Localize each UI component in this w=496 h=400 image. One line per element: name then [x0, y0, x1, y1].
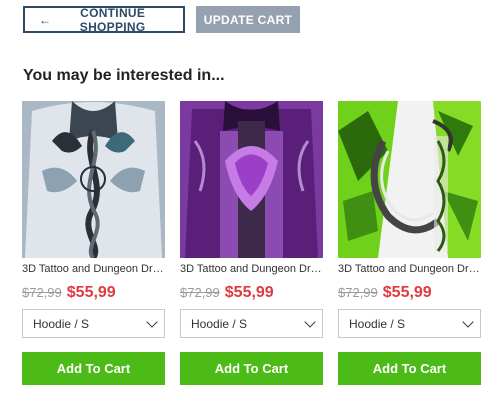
product-name-link[interactable]: 3D Tattoo and Dungeon Dragon Hoodie	[22, 263, 165, 276]
product-price: $72,99 $55,99	[338, 284, 481, 302]
chevron-down-icon	[462, 315, 474, 328]
product-card: . 3D Tattoo and Dungeon Dragon Hoodie $7…	[338, 101, 481, 385]
variant-select[interactable]: Hoodie / S	[338, 309, 481, 338]
update-cart-button[interactable]: UPDATE CART	[196, 6, 300, 33]
product-name-link[interactable]: 3D Tattoo and Dungeon Dragon Hoodie	[338, 263, 481, 276]
continue-shopping-label: CONTINUE SHOPPING	[79, 5, 146, 34]
sale-price: $55,99	[66, 284, 116, 301]
add-to-cart-button[interactable]: Add To Cart	[338, 352, 481, 385]
old-price: $72,99	[180, 285, 220, 300]
product-price: $72,99 $55,99	[22, 284, 165, 302]
add-to-cart-button[interactable]: Add To Cart	[180, 352, 323, 385]
product-card: 3D Tattoo and Dungeon Dragon Hoodie $72,…	[22, 101, 165, 385]
product-price: $72,99 $55,99	[180, 284, 323, 302]
arrow-left-icon: ←	[39, 12, 52, 27]
sale-price: $55,99	[382, 284, 432, 301]
variant-value: Hoodie / S	[191, 316, 248, 331]
product-name-link[interactable]: 3D Tattoo and Dungeon Dragon Hoodie	[180, 263, 323, 276]
old-price: $72,99	[22, 285, 62, 300]
variant-value: Hoodie / S	[33, 316, 90, 331]
chevron-down-icon	[304, 315, 316, 328]
sale-price: $55,99	[224, 284, 274, 301]
variant-select[interactable]: Hoodie / S	[22, 309, 165, 338]
product-card: 3D Tattoo and Dungeon Dragon Hoodie $72,…	[180, 101, 323, 385]
cart-actions: ← CONTINUE SHOPPING UPDATE CART	[23, 5, 300, 34]
old-price: $72,99	[338, 285, 378, 300]
dragon-hoodie-purple-image	[180, 101, 323, 258]
related-products-title: You may be interested in...	[23, 67, 225, 84]
dragon-hoodie-green-image: .	[338, 101, 481, 258]
variant-select[interactable]: Hoodie / S	[180, 309, 323, 338]
continue-shopping-button[interactable]: ← CONTINUE SHOPPING	[23, 5, 185, 34]
variant-value: Hoodie / S	[349, 316, 406, 331]
dragon-hoodie-gray-image	[22, 101, 165, 258]
product-image-link[interactable]: .	[338, 101, 481, 258]
related-products-grid: 3D Tattoo and Dungeon Dragon Hoodie $72,…	[22, 101, 481, 385]
add-to-cart-button[interactable]: Add To Cart	[22, 352, 165, 385]
product-image-link[interactable]	[22, 101, 165, 258]
product-image-link[interactable]	[180, 101, 323, 258]
chevron-down-icon	[146, 315, 158, 328]
